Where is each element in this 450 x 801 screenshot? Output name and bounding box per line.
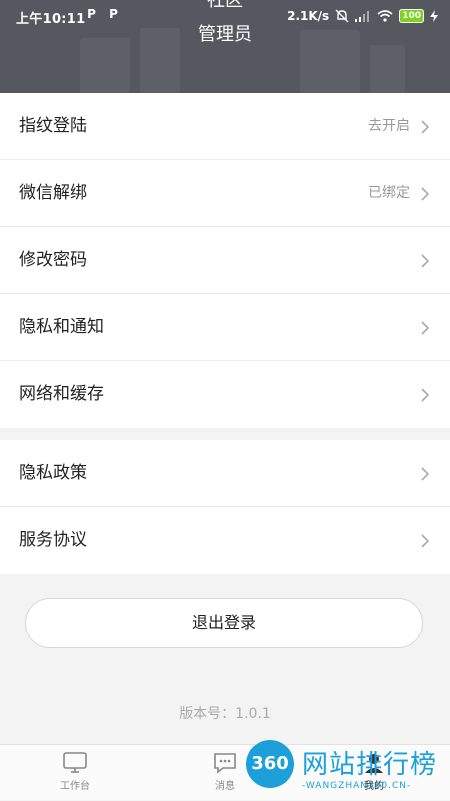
settings-item-value: 去开启 (368, 118, 410, 134)
settings-item-wechat-unbind[interactable]: 微信解绑 已绑定 (0, 160, 450, 227)
p-notification-icon: P (87, 7, 96, 21)
settings-group-account: 指纹登陆 去开启 微信解绑 已绑定 修改密码 隐私和通知 网络和缓存 (0, 93, 450, 428)
mute-bell-icon (335, 9, 349, 23)
settings-item-label: 指纹登陆 (19, 116, 87, 136)
chevron-right-icon (421, 467, 430, 481)
monitor-icon (63, 752, 87, 773)
chevron-right-icon (421, 388, 430, 402)
watermark-title: 网站排行榜 (302, 750, 438, 780)
chevron-right-icon (421, 254, 430, 268)
signal-icon (355, 11, 370, 22)
watermark-360-badge: 360 (246, 740, 294, 788)
wifi-icon (377, 10, 393, 22)
chevron-right-icon (421, 187, 430, 201)
settings-item-value: 已绑定 (368, 185, 410, 201)
settings-item-fingerprint-login[interactable]: 指纹登陆 去开启 (0, 93, 450, 160)
settings-item-label: 网络和缓存 (19, 384, 104, 404)
status-time: 上午10:11 (16, 12, 86, 27)
settings-item-label: 隐私和通知 (19, 317, 104, 337)
header-decoration (370, 45, 405, 93)
chevron-right-icon (421, 534, 430, 548)
settings-item-label: 修改密码 (19, 250, 87, 270)
charging-icon (430, 10, 438, 22)
chat-bubble-icon (214, 753, 236, 774)
chevron-right-icon (421, 120, 430, 134)
watermark-logo: 360 网站排行榜 -WANGZHAN360.CN- (238, 734, 450, 800)
tab-workbench[interactable]: 工作台 (25, 745, 125, 801)
settings-item-label: 服务协议 (19, 530, 87, 550)
settings-group-legal: 隐私政策 服务协议 (0, 440, 450, 574)
logout-button[interactable]: 退出登录 (25, 598, 423, 648)
tab-label: 工作台 (60, 781, 90, 792)
header-decoration (80, 38, 130, 93)
app-header: 社区 管理员 上午10:11 P P 2.1K/s 100 (0, 0, 450, 93)
settings-item-network-cache[interactable]: 网络和缓存 (0, 361, 450, 428)
settings-item-service-agreement[interactable]: 服务协议 (0, 507, 450, 574)
version-label: 版本号：1.0.1 (179, 706, 271, 722)
network-speed: 2.1K/s (287, 9, 330, 23)
settings-item-privacy-notifications[interactable]: 隐私和通知 (0, 294, 450, 361)
chevron-right-icon (421, 321, 430, 335)
settings-item-label: 微信解绑 (19, 183, 87, 203)
settings-item-privacy-policy[interactable]: 隐私政策 (0, 440, 450, 507)
p-notification-icon: P (109, 7, 118, 21)
settings-item-change-password[interactable]: 修改密码 (0, 227, 450, 294)
battery-icon: 100 (399, 9, 424, 23)
settings-item-label: 隐私政策 (19, 463, 87, 483)
status-bar: 上午10:11 P P 2.1K/s 100 (0, 0, 450, 32)
watermark-subtitle: -WANGZHAN360.CN- (302, 781, 412, 791)
